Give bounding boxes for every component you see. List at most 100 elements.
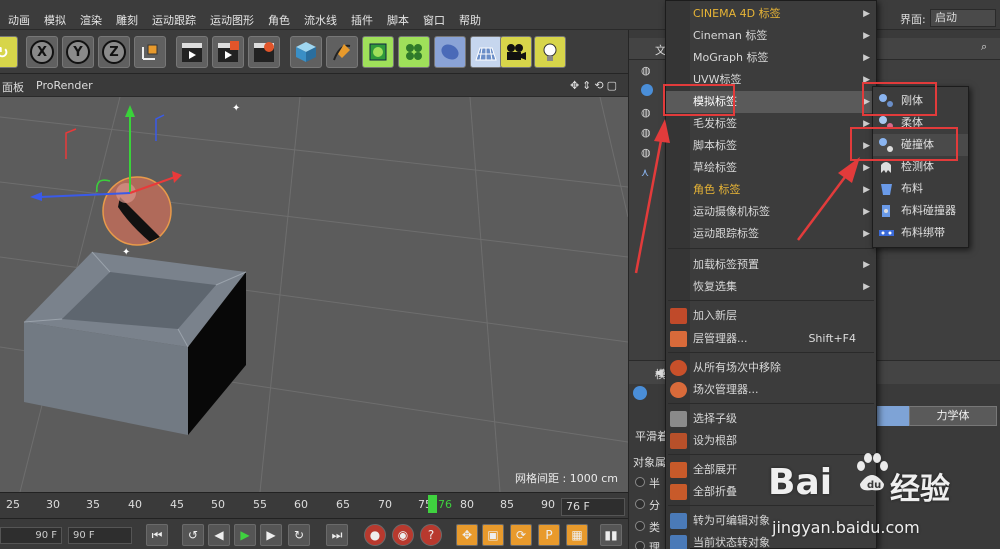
- radio-button[interactable]: [635, 477, 645, 487]
- menu-item-layer-manager[interactable]: 层管理器... Shift+F4: [666, 328, 876, 350]
- param-key-icon[interactable]: P: [538, 524, 560, 546]
- go-to-start-icon[interactable]: ⏮: [146, 524, 168, 546]
- radio-label: 半: [649, 477, 660, 490]
- radio-button[interactable]: [635, 521, 645, 531]
- end-frame-field[interactable]: 90 F: [68, 527, 132, 544]
- menu-character[interactable]: 角色: [268, 12, 290, 28]
- render-settings-icon[interactable]: [248, 36, 280, 68]
- menu-animation[interactable]: 动画: [8, 12, 30, 28]
- coordinate-system-icon[interactable]: [134, 36, 166, 68]
- current-frame-field[interactable]: 76 F: [561, 498, 625, 516]
- radio-button[interactable]: [635, 499, 645, 509]
- tab-dynamics[interactable]: 力学体: [909, 406, 997, 426]
- menu-item-remove-from-all-takes[interactable]: 从所有场次中移除: [666, 357, 876, 379]
- timeline-tick: 45: [170, 498, 184, 511]
- previous-key-icon[interactable]: ↺: [182, 524, 204, 546]
- submenu-arrow-icon: ▶: [863, 9, 870, 19]
- svg-text:du: du: [867, 480, 881, 491]
- submenu-item-cloth-belt[interactable]: 布料绑带: [873, 222, 968, 244]
- menu-item-cineman-tags[interactable]: Cineman 标签 ▶: [666, 25, 876, 47]
- render-to-picture-viewer-icon[interactable]: [212, 36, 244, 68]
- radio-label: 类: [649, 521, 660, 534]
- viewport-nav-icons[interactable]: ✥⇕⟲▢: [570, 79, 620, 92]
- 3d-viewport[interactable]: ✦ ✦ 网格间距 : 1000 cm: [0, 97, 628, 492]
- menu-item-mograph-tags[interactable]: MoGraph 标签 ▶: [666, 47, 876, 69]
- timeline-tick: 85: [500, 498, 514, 511]
- menu-separator: [668, 403, 874, 404]
- menu-item-add-new-layer[interactable]: 加入新层: [666, 305, 876, 327]
- z-axis-button[interactable]: Z: [98, 36, 130, 68]
- film-icon[interactable]: ▮▮: [600, 524, 622, 546]
- submenu-item-cloth-collider[interactable]: 布料碰撞器: [873, 200, 968, 222]
- timeline-tick: 35: [86, 498, 100, 511]
- toolbar: ↻ X Y Z: [0, 30, 628, 74]
- x-axis-button[interactable]: X: [26, 36, 58, 68]
- menu-item-take-manager[interactable]: 场次管理器...: [666, 379, 876, 401]
- panel-menu[interactable]: 面板: [2, 79, 24, 95]
- menu-render[interactable]: 渲染: [80, 12, 102, 28]
- prorender-menu[interactable]: ProRender: [36, 79, 93, 92]
- menu-script[interactable]: 脚本: [387, 12, 409, 28]
- subdivision-surface-icon[interactable]: [362, 36, 394, 68]
- ghost-icon: [878, 159, 895, 175]
- layer-add-icon: [670, 308, 687, 324]
- take-manager-icon: [670, 382, 687, 398]
- pen-spline-icon[interactable]: [326, 36, 358, 68]
- previous-frame-icon[interactable]: ◀: [208, 524, 230, 546]
- state-to-object-icon: [670, 535, 687, 549]
- playhead-marker[interactable]: [428, 495, 437, 513]
- menu-mograph[interactable]: 运动图形: [210, 12, 254, 28]
- submenu-item-cloth[interactable]: 布料: [873, 178, 968, 200]
- menu-pipeline[interactable]: 流水线: [304, 12, 337, 28]
- layer-manager-icon: [670, 331, 687, 347]
- render-view-icon[interactable]: [176, 36, 208, 68]
- floor-icon[interactable]: [470, 36, 502, 68]
- menu-separator: [668, 352, 874, 353]
- light-object-icon[interactable]: ◍: [641, 64, 651, 77]
- make-editable-icon: [670, 513, 687, 529]
- radio-label: 理: [649, 541, 660, 549]
- timeline-ruler[interactable]: 25 30 35 40 45 50 55 60 65 70 75 76 80 8…: [0, 492, 628, 516]
- take-remove-icon: [670, 360, 687, 376]
- rotate-key-icon[interactable]: ⟳: [510, 524, 532, 546]
- play-icon[interactable]: ▶: [234, 524, 256, 546]
- scale-key-icon[interactable]: ▣: [482, 524, 504, 546]
- shortcut-label: Shift+F4: [808, 332, 856, 345]
- auto-key-icon[interactable]: ◉: [392, 524, 414, 546]
- start-frame-field[interactable]: 90 F: [0, 527, 62, 544]
- menu-sculpt[interactable]: 雕刻: [116, 12, 138, 28]
- light-icon[interactable]: [534, 36, 566, 68]
- move-key-icon[interactable]: ✥: [456, 524, 478, 546]
- radio-button[interactable]: [635, 541, 645, 549]
- undo-icon[interactable]: ↻: [0, 36, 18, 68]
- menu-motion-tracking[interactable]: 运动跟踪: [152, 12, 196, 28]
- timeline-tick: 50: [211, 498, 225, 511]
- annotation-arrows: [634, 119, 860, 274]
- tab-basic[interactable]: [877, 406, 909, 426]
- container-box: [23, 251, 247, 435]
- camera-icon[interactable]: [500, 36, 532, 68]
- menu-item-cinema4d-tags[interactable]: CINEMA 4D 标签 ▶: [666, 3, 876, 25]
- watermark-jingyan-text: 经验: [890, 472, 950, 507]
- menu-help[interactable]: 帮助: [459, 12, 481, 28]
- menu-plugins[interactable]: 插件: [351, 12, 373, 28]
- record-active-icon[interactable]: ●: [364, 524, 386, 546]
- keyframe-help-icon[interactable]: ?: [420, 524, 442, 546]
- search-icon[interactable]: ⌕: [981, 40, 987, 54]
- menu-item-select-children[interactable]: 选择子级: [666, 408, 876, 430]
- timeline-current-tick: 76: [438, 498, 452, 511]
- y-axis-button[interactable]: Y: [62, 36, 94, 68]
- interface-select[interactable]: 启动: [930, 9, 996, 27]
- submenu-arrow-icon: ▶: [863, 53, 870, 63]
- menu-simulate[interactable]: 模拟: [44, 12, 66, 28]
- next-frame-icon[interactable]: ▶: [260, 524, 282, 546]
- smooth-shading-label[interactable]: 平滑着: [635, 428, 668, 444]
- attribute-search-icon[interactable]: ⌕: [655, 366, 661, 380]
- cloner-icon[interactable]: [398, 36, 430, 68]
- cube-icon[interactable]: [290, 36, 322, 68]
- go-to-end-icon[interactable]: ⏭: [326, 524, 348, 546]
- deformer-icon[interactable]: [434, 36, 466, 68]
- next-key-icon[interactable]: ↻: [288, 524, 310, 546]
- menu-window[interactable]: 窗口: [423, 12, 445, 28]
- pla-key-icon[interactable]: ▦: [566, 524, 588, 546]
